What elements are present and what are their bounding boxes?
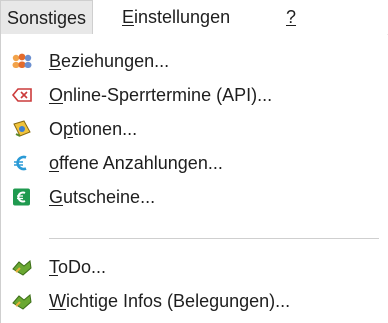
sonstiges-dropdown: Beziehungen... Online-Sperrtermine (API)… xyxy=(0,34,387,323)
accel: W xyxy=(49,291,66,311)
menu-sonstiges-label: Sonstiges xyxy=(7,8,87,28)
label-prefix: O xyxy=(49,119,64,139)
accel: B xyxy=(49,51,62,71)
euro-icon xyxy=(14,155,27,171)
label-rest: nline-Sperrtermine (API)... xyxy=(63,85,273,105)
menu-einstellungen-accel: E xyxy=(122,7,135,27)
todo-icon xyxy=(12,260,32,276)
blocked-dates-icon xyxy=(11,88,32,102)
accel: o xyxy=(49,153,60,173)
menu-item-gutscheine[interactable]: Gutscheine... xyxy=(1,180,387,214)
menu-help-label: ? xyxy=(286,7,297,27)
menu-item-optionen[interactable]: Optionen... xyxy=(1,112,387,146)
label-rest: utscheine... xyxy=(63,187,156,207)
options-icon xyxy=(13,120,31,137)
accel: T xyxy=(49,257,58,277)
menu-sonstiges[interactable]: Sonstiges xyxy=(0,0,94,34)
menu-item-todo[interactable]: ToDo... xyxy=(1,250,387,284)
label-rest: eziehungen... xyxy=(61,51,170,71)
important-info-icon xyxy=(12,294,32,310)
accel: O xyxy=(49,85,64,105)
menu-bar: Sonstiges Einstellungen ? xyxy=(0,0,388,35)
label-rest: ffene Anzahlungen... xyxy=(59,153,223,173)
menu-item-online-sperrtermine[interactable]: Online-Sperrtermine (API)... xyxy=(1,78,387,112)
label-rest: ichtige Infos (Belegungen)... xyxy=(66,291,291,311)
menu-help[interactable]: ? xyxy=(280,0,302,34)
label-rest: oDo... xyxy=(58,257,107,277)
menu-item-offene-anzahlungen[interactable]: offene Anzahlungen... xyxy=(1,146,387,180)
people-icon xyxy=(12,53,32,68)
label-rest: tionen... xyxy=(73,119,138,139)
menu-item-beziehungen[interactable]: Beziehungen... xyxy=(1,44,387,78)
menu-item-wichtige-infos[interactable]: Wichtige Infos (Belegungen)... xyxy=(1,284,387,318)
menu-einstellungen-label: instellungen xyxy=(134,7,231,27)
voucher-euro-icon xyxy=(13,188,30,206)
accel: G xyxy=(49,187,64,207)
menu-einstellungen[interactable]: Einstellungen xyxy=(116,0,236,34)
menu-separator xyxy=(49,238,379,239)
accel: p xyxy=(63,119,74,139)
